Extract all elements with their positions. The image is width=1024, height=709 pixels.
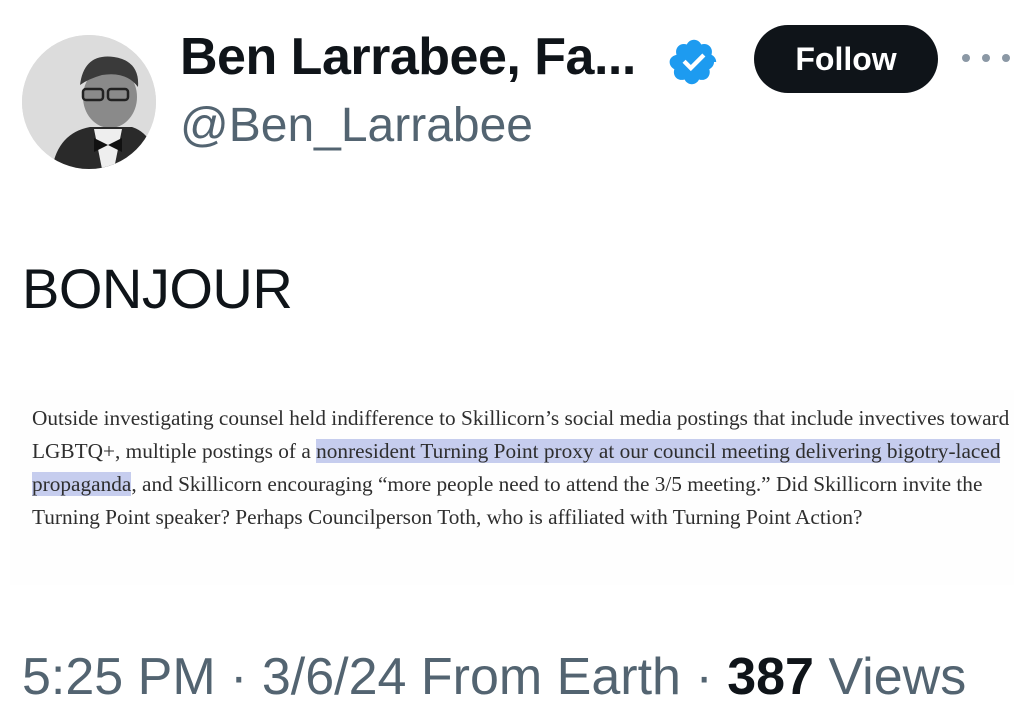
more-options-icon[interactable] xyxy=(962,42,1010,74)
meta-separator: · xyxy=(230,648,248,706)
more-dot xyxy=(1002,54,1010,62)
clipping-text-after: , and Skillicorn encouraging “more peopl… xyxy=(32,472,983,529)
views-count: 387 xyxy=(727,648,814,706)
avatar-photo xyxy=(22,35,156,169)
follow-button[interactable]: Follow xyxy=(754,25,938,93)
attached-image[interactable]: Outside investigating counsel held indif… xyxy=(10,390,1014,585)
views-label: Views xyxy=(828,648,967,706)
tweet-date[interactable]: 3/6/24 xyxy=(262,648,407,706)
avatar[interactable] xyxy=(22,35,156,169)
verified-badge-icon xyxy=(669,39,717,85)
more-dot xyxy=(982,54,990,62)
tweet-location: From Earth xyxy=(420,648,681,706)
author-display-name[interactable]: Ben Larrabee, Fa... xyxy=(180,28,636,88)
tweet-meta: 5:25 PM · 3/6/24 From Earth · 387 Views xyxy=(22,648,966,708)
clipping-paragraph: Outside investigating counsel held indif… xyxy=(32,402,1017,534)
tweet-time[interactable]: 5:25 PM xyxy=(22,648,216,706)
meta-separator: · xyxy=(695,648,713,706)
more-dot xyxy=(962,54,970,62)
tweet-text: BONJOUR xyxy=(22,257,293,320)
author-handle[interactable]: @Ben_Larrabee xyxy=(180,98,533,153)
